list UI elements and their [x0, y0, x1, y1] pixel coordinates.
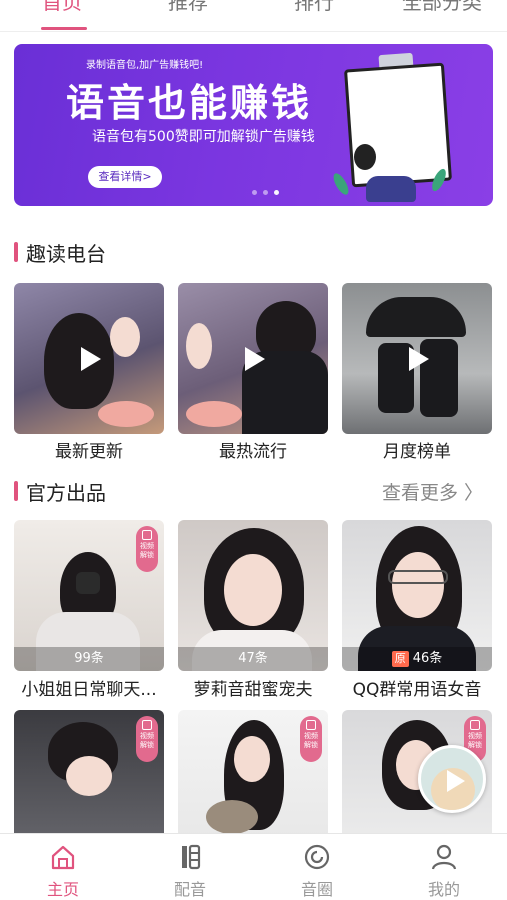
leaf-illustration: [330, 171, 352, 197]
nav-label: 我的: [427, 880, 460, 899]
person-illustration-head: [354, 144, 376, 170]
banner-dot-active[interactable]: [274, 190, 279, 195]
banner-pagination: [252, 190, 279, 195]
video-unlock-badge: 视频 解锁: [300, 716, 322, 762]
banner-headline: 语音也能赚钱: [66, 81, 313, 125]
product-title: 萝莉音甜蜜宠夫: [193, 680, 313, 700]
product-card[interactable]: 47条: [178, 520, 328, 671]
banner-detail-button[interactable]: 查看详情>: [88, 166, 162, 188]
nav-label: 主页: [46, 880, 79, 899]
product-card[interactable]: 原 46条: [342, 520, 492, 671]
play-icon[interactable]: [447, 770, 465, 792]
nav-audio-circle[interactable]: 音圈: [254, 834, 380, 900]
radio-card-monthly[interactable]: [342, 283, 492, 434]
dubbing-icon: [182, 844, 201, 870]
item-count: 原 46条: [342, 647, 492, 671]
banner-subline: 语音包有500赞即可加解锁广告赚钱: [92, 129, 315, 145]
nav-home[interactable]: 主页: [0, 834, 126, 900]
tab-recommend[interactable]: 推荐: [168, 0, 208, 15]
video-unlock-badge: 视频 解锁: [136, 526, 158, 572]
section-title-official: 官方出品: [14, 477, 106, 506]
nav-dubbing[interactable]: 配音: [127, 834, 253, 900]
banner-dot[interactable]: [263, 190, 268, 195]
nav-profile[interactable]: 我的: [381, 834, 507, 900]
floating-audio-player[interactable]: [418, 745, 486, 813]
radio-label: 月度榜单: [383, 442, 451, 462]
product-title: 小姐姐日常聊天...: [21, 680, 157, 700]
product-card[interactable]: 视频 解锁 99条: [14, 520, 164, 671]
banner-dot[interactable]: [252, 190, 257, 195]
nav-label: 配音: [173, 880, 206, 899]
tab-home[interactable]: 首页: [42, 0, 82, 15]
radio-label: 最热流行: [219, 442, 287, 462]
original-tag: 原: [391, 651, 409, 667]
audio-circle-icon: [304, 844, 330, 870]
tab-ranking[interactable]: 排行: [294, 0, 334, 15]
video-unlock-badge: 视频 解锁: [136, 716, 158, 762]
play-icon[interactable]: [81, 346, 101, 371]
banner-tag: 录制语音包,加广告赚钱吧!: [86, 60, 204, 71]
radio-card-latest[interactable]: [14, 283, 164, 434]
play-icon[interactable]: [245, 346, 265, 371]
active-tab-indicator: [41, 27, 87, 30]
item-count: 47条: [178, 647, 328, 671]
section-title-radio: 趣读电台: [14, 238, 106, 267]
play-icon[interactable]: [409, 346, 429, 371]
nav-label: 音圈: [300, 880, 333, 899]
view-more-link[interactable]: 查看更多 〉: [382, 478, 483, 505]
item-count: 99条: [14, 647, 164, 671]
person-illustration-body: [366, 176, 416, 202]
home-icon: [51, 845, 75, 870]
product-title: QQ群常用语女音: [352, 680, 482, 700]
promo-banner[interactable]: 录制语音包,加广告赚钱吧! 语音也能赚钱 语音包有500赞即可加解锁广告赚钱 查…: [14, 44, 493, 206]
profile-icon: [431, 844, 457, 870]
radio-card-hot[interactable]: [178, 283, 328, 434]
tab-all-categories[interactable]: 全部分类: [402, 0, 482, 15]
radio-label: 最新更新: [55, 442, 123, 462]
bottom-nav: 主页 配音 音圈 我的: [0, 833, 507, 900]
top-tab-bar: 首页 推荐 排行 全部分类: [0, 0, 507, 32]
